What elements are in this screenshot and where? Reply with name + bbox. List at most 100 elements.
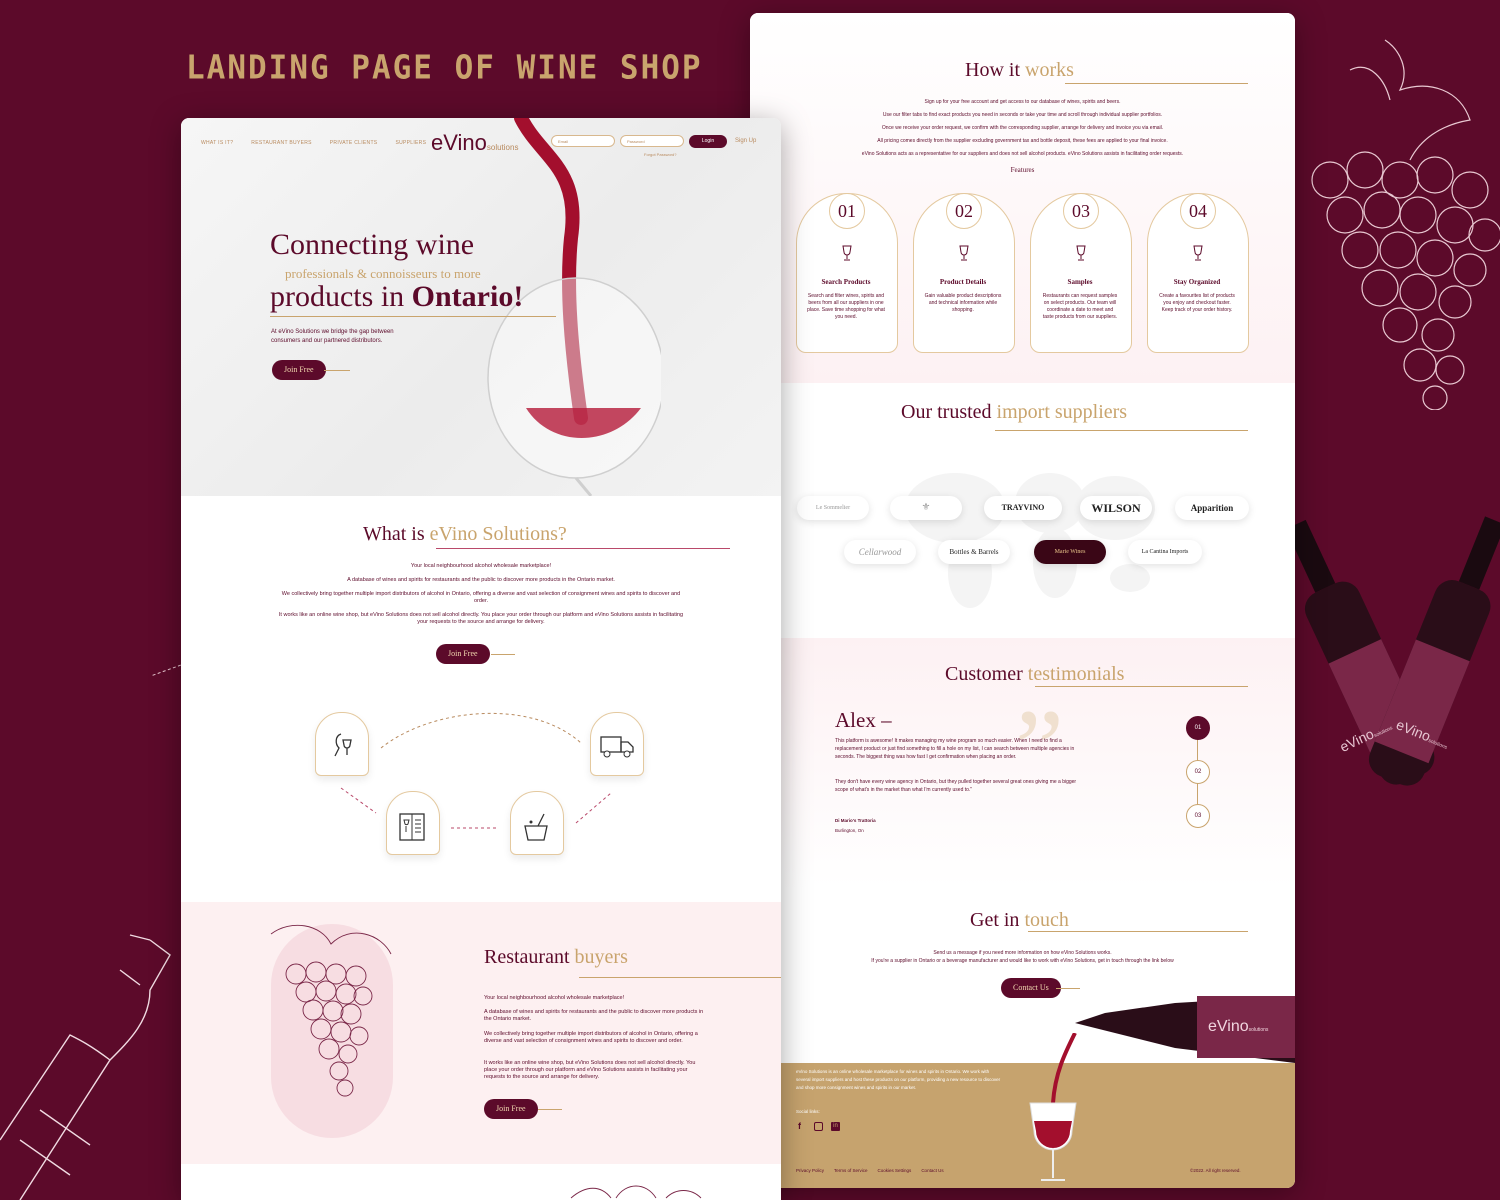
footer-link[interactable]: Cookies Settings [878, 1168, 912, 1173]
testimonial-text: This platform is awesome! It makes manag… [835, 738, 1075, 760]
brand-logo[interactable]: eVinosolutions [431, 130, 518, 156]
how-line: Once we receive your order request, we c… [881, 125, 1164, 131]
copyright: ©2022. All right reserved. [1190, 1168, 1241, 1173]
restaurant-text: Your local neighbourhood alcohol wholesa… [484, 995, 625, 1001]
join-free-button[interactable]: Join Free [272, 360, 326, 380]
contact-rule [1028, 931, 1248, 932]
wine-glass-icon [1193, 245, 1203, 261]
footer-link[interactable]: Terms of Service [834, 1168, 868, 1173]
social-label: Social links: [796, 1109, 820, 1114]
wine-glass-icon [959, 245, 969, 261]
wine-glass-icon [842, 245, 852, 261]
restaurant-rule [579, 977, 781, 978]
hero-headline-2: products in Ontario! [270, 280, 524, 313]
instagram-icon[interactable] [814, 1122, 823, 1131]
landing-page-right: How it works Sign up for your free accou… [750, 13, 1295, 1188]
password-field[interactable]: Password [620, 135, 684, 147]
feature-title: Product Details [939, 278, 987, 286]
nav-item-what[interactable]: WHAT IS IT? [201, 140, 233, 146]
supplier-logo[interactable]: ⚜ [890, 496, 962, 520]
testimonial-step[interactable]: 03 [1186, 804, 1210, 828]
testimonial-step[interactable]: 01 [1186, 716, 1210, 740]
how-line: Use our filter tabs to find exact produc… [882, 112, 1163, 118]
feature-title: Stay Organized [1173, 278, 1221, 286]
join-free-button[interactable]: Join Free [436, 644, 490, 664]
features-label: Features [1010, 166, 1035, 174]
restaurant-title: Restaurant buyers [484, 946, 628, 968]
feature-number: 02 [946, 193, 982, 229]
what-rule [436, 548, 730, 549]
grapes-illustration [1311, 39, 1500, 410]
contact-us-button[interactable]: Contact Us [1001, 978, 1061, 998]
arrow-right-icon [324, 370, 350, 371]
feature-text: Restaurants can request samples on selec… [1042, 293, 1118, 320]
supplier-emblem-icon: ⚜ [921, 502, 931, 513]
signup-link[interactable]: Sign Up [735, 138, 756, 144]
footer-link[interactable]: Contact Us [921, 1168, 943, 1173]
testimonial-text: They don't have every wine agency in Ont… [835, 779, 1077, 793]
supplier-logo[interactable]: La Cantina Imports [1128, 540, 1202, 564]
restaurant-text: We collectively bring together multiple … [484, 1031, 698, 1044]
landing-page-left: WHAT IS IT? RESTAURANT BUYERS PRIVATE CL… [181, 118, 781, 1200]
how-line: Sign up for your free account and get ac… [924, 99, 1121, 105]
top-nav: WHAT IS IT? RESTAURANT BUYERS PRIVATE CL… [201, 140, 426, 146]
testimonial-step[interactable]: 02 [1186, 760, 1210, 784]
contact-title: Get in touch [970, 909, 1069, 931]
facebook-icon[interactable]: f [798, 1121, 801, 1131]
arrow-right-icon [491, 654, 515, 655]
nav-item-private-clients[interactable]: PRIVATE CLIENTS [330, 140, 378, 146]
feature-title: Samples [1067, 278, 1093, 286]
supplier-logo[interactable]: Cellarwood [844, 540, 916, 564]
wine-bottles-illustration [1290, 516, 1500, 786]
what-text: It works like an online wine shop, but e… [278, 612, 684, 625]
grapes-sketch [270, 924, 392, 1097]
footer-link[interactable]: Privacy Policy [796, 1168, 824, 1173]
footer-links: Privacy Policy Terms of Service Cookies … [796, 1168, 944, 1173]
contact-text: If you're a supplier in Ontario or a bev… [871, 958, 1174, 964]
poster-title: LANDING PAGE OF WINE SHOP [186, 49, 703, 87]
supplier-logo[interactable]: TRAYVINO [984, 496, 1062, 520]
hero-description: At eVino Solutions we bridge the gap bet… [271, 329, 394, 344]
feature-title: Search Products [821, 278, 871, 286]
bottle-illustration [0, 934, 171, 1200]
what-text: We collectively bring together multiple … [281, 591, 681, 604]
nav-item-suppliers[interactable]: SUPPLIERS [395, 140, 426, 146]
how-rule [1065, 83, 1248, 84]
forgot-password-link[interactable]: Forgot Password? [644, 152, 676, 157]
testimonials-title: Customer testimonials [945, 663, 1125, 685]
supplier-logo[interactable]: Le Sommelier [797, 496, 869, 520]
testimonial-author: Di Mario's Trattoria [835, 818, 876, 823]
restaurant-text: A database of wines and spirits for rest… [484, 1009, 704, 1022]
wine-menu-icon [399, 813, 425, 841]
supplier-logo[interactable]: Marie Wines [1034, 540, 1106, 564]
arrow-right-icon [1056, 988, 1080, 989]
hero-headline: Connecting wine [270, 228, 475, 261]
contact-text: Send us a message if you need more infor… [933, 950, 1112, 956]
feature-number: 03 [1063, 193, 1099, 229]
email-field[interactable]: Email [551, 135, 615, 147]
login-button[interactable]: Login [689, 135, 727, 148]
how-steps: Sign up for your free account and get ac… [810, 96, 1235, 161]
wine-glass-illustration [1029, 1033, 1077, 1181]
footer-about: eVino Solutions is an online wholesale m… [796, 1069, 1001, 1090]
leaf-sketch [570, 1185, 702, 1199]
join-free-button[interactable]: Join Free [484, 1099, 538, 1119]
supplier-logo[interactable]: Bottles & Barrels [938, 540, 1010, 564]
wine-glass-icon [1076, 245, 1086, 261]
feature-text: Search and filter wines, spirits and bee… [807, 293, 885, 320]
suppliers-rule [995, 430, 1248, 431]
supplier-logo[interactable]: Apparition [1175, 496, 1249, 520]
suppliers-title: Our trusted import suppliers [901, 401, 1128, 423]
testimonial-name: Alex – [835, 708, 892, 732]
linkedin-icon[interactable]: in [831, 1122, 840, 1131]
feature-number: 01 [829, 193, 865, 229]
footer-bottle-label: eVinosolutions [1208, 1018, 1269, 1035]
feature-number: 04 [1180, 193, 1216, 229]
nav-item-restaurant-buyers[interactable]: RESTAURANT BUYERS [251, 140, 311, 146]
hero-rule [270, 316, 556, 317]
how-line: All pricing comes directly from the supp… [877, 138, 1168, 144]
what-text: Your local neighbourhood alcohol wholesa… [410, 563, 552, 569]
how-title: How it works [965, 59, 1074, 81]
supplier-logo[interactable]: WILSON [1080, 496, 1152, 520]
what-text: A database of wines and spirits for rest… [347, 577, 615, 583]
